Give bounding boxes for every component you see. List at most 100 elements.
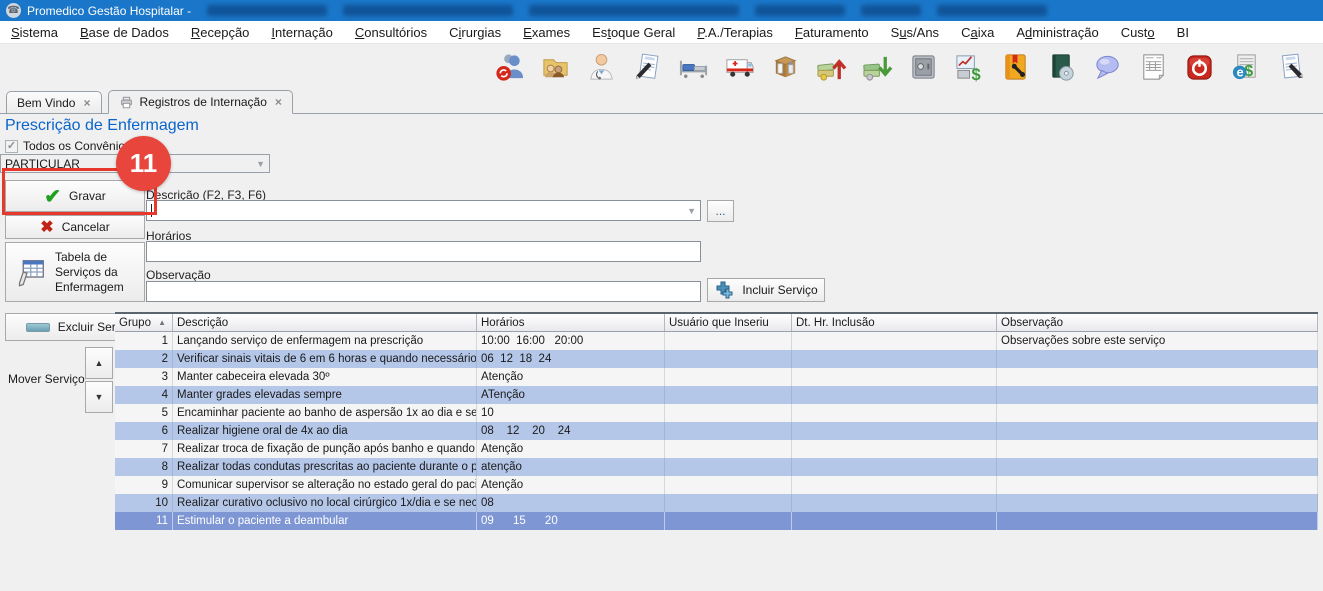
descricao-combo-input[interactable]: ▼ [146, 200, 701, 221]
text-caret [151, 204, 152, 217]
menu-item-estoque-geral[interactable]: Estoque Geral [581, 22, 686, 43]
power-off-icon[interactable] [1183, 51, 1215, 83]
table-row[interactable]: 9Comunicar supervisor se alteração no es… [115, 476, 1318, 494]
arrow-up-icon: ▲ [95, 358, 104, 368]
cell-descricao: Verificar sinais vitais de 6 em 6 horas … [173, 350, 477, 368]
cell-usuario [665, 476, 792, 494]
table-row[interactable]: 3Manter cabeceira elevada 30ºAtenção [115, 368, 1318, 386]
cell-descricao: Realizar todas condutas prescritas ao pa… [173, 458, 477, 476]
menu-item-faturamento[interactable]: Faturamento [784, 22, 880, 43]
service-table-body: 1Lançando serviço de enfermagem na presc… [115, 332, 1318, 530]
x-icon: ✖ [40, 217, 53, 237]
cell-obs [997, 458, 1318, 476]
table-edit-icon [17, 257, 47, 287]
menu-item-custo[interactable]: Custo [1110, 22, 1166, 43]
cell-obs [997, 368, 1318, 386]
cell-dthr [792, 512, 997, 530]
phonebook-icon[interactable] [999, 51, 1031, 83]
cell-obs [997, 512, 1318, 530]
table-row[interactable]: 5Encaminhar paciente ao banho de aspersã… [115, 404, 1318, 422]
cell-descricao: Manter cabeceira elevada 30º [173, 368, 477, 386]
gravar-button[interactable]: ✔ Gravar [5, 180, 145, 212]
incluir-label: Incluir Serviço [742, 283, 817, 297]
cell-horarios: 08 12 20 24 [477, 422, 665, 440]
cell-descricao: Encaminhar paciente ao banho de aspersão… [173, 404, 477, 422]
ambulance-icon[interactable] [723, 51, 755, 83]
doctor-icon[interactable] [585, 51, 617, 83]
column-header-grupo[interactable]: Grupo▲ [115, 314, 173, 331]
cell-dthr [792, 476, 997, 494]
table-row[interactable]: 8Realizar todas condutas prescritas ao p… [115, 458, 1318, 476]
cell-descricao: Comunicar supervisor se alteração no est… [173, 476, 477, 494]
close-icon[interactable]: × [83, 96, 90, 110]
ledger-book-icon[interactable] [1045, 51, 1077, 83]
column-header-hor-rios[interactable]: Horários [477, 314, 665, 331]
table-row[interactable]: 2Verificar sinais vitais de 6 em 6 horas… [115, 350, 1318, 368]
column-header-usu-rio-que-inseriu[interactable]: Usuário que Inseriu [665, 314, 792, 331]
cell-usuario [665, 386, 792, 404]
cell-grupo: 6 [115, 422, 173, 440]
cell-horarios: 10:00 16:00 20:00 [477, 332, 665, 350]
menu-item-consult-rios[interactable]: Consultórios [344, 22, 438, 43]
cell-grupo: 11 [115, 512, 173, 530]
supplies-box-icon[interactable] [769, 51, 801, 83]
close-icon[interactable]: × [275, 95, 282, 109]
cancelar-button[interactable]: ✖ Cancelar [5, 215, 145, 239]
cell-obs [997, 404, 1318, 422]
finance-chart-icon[interactable]: $ [953, 51, 985, 83]
menu-item-sistema[interactable]: Sistema [0, 22, 69, 43]
safe-icon[interactable] [907, 51, 939, 83]
column-header-descri-o[interactable]: Descrição [173, 314, 477, 331]
cell-obs [997, 476, 1318, 494]
descricao-browse-button[interactable]: ... [707, 200, 734, 222]
menu-item-sus-ans[interactable]: Sus/Ans [880, 22, 950, 43]
tab-bem-vindo[interactable]: Bem Vindo × [6, 91, 102, 113]
hospital-bed-icon[interactable] [677, 51, 709, 83]
chevron-down-icon: ▼ [256, 159, 265, 169]
menu-item-administra-o[interactable]: Administração [1005, 22, 1109, 43]
move-down-button[interactable]: ▼ [85, 381, 113, 413]
cell-dthr [792, 458, 997, 476]
menu-item-exames[interactable]: Exames [512, 22, 581, 43]
menu-item-caixa[interactable]: Caixa [950, 22, 1005, 43]
contract-document-icon[interactable] [1275, 51, 1307, 83]
table-row[interactable]: 10Realizar curativo oclusivo no local ci… [115, 494, 1318, 512]
page-title: Prescrição de Enfermagem [5, 117, 199, 135]
revenue-up-icon[interactable] [815, 51, 847, 83]
table-row[interactable]: 4Manter grades elevadas sempreATenção [115, 386, 1318, 404]
electronic-invoice-icon[interactable]: $e [1229, 51, 1261, 83]
cell-dthr [792, 368, 997, 386]
column-header-dt-hr-inclus-o[interactable]: Dt. Hr. Inclusão [792, 314, 997, 331]
patient-sync-icon[interactable] [493, 51, 525, 83]
prescription-document-icon[interactable] [631, 51, 663, 83]
cell-usuario [665, 440, 792, 458]
observacao-input[interactable] [146, 281, 701, 302]
chat-icon[interactable] [1091, 51, 1123, 83]
todos-convenios-checkbox[interactable]: ✓ [5, 140, 18, 153]
menu-item-cirurgias[interactable]: Cirurgias [438, 22, 512, 43]
table-row[interactable]: 11Estimular o paciente a deambular09 15 … [115, 512, 1318, 530]
horarios-input[interactable] [146, 241, 701, 262]
menu-item-base-de-dados[interactable]: Base de Dados [69, 22, 180, 43]
tabela-label: Tabela de Serviços da Enfermagem [55, 250, 133, 295]
incluir-servico-button[interactable]: Incluir Serviço [707, 278, 825, 302]
invoice-icon[interactable] [1137, 51, 1169, 83]
tabela-servicos-button[interactable]: Tabela de Serviços da Enfermagem [5, 242, 145, 302]
tab-registros-de-internacao[interactable]: Registros de Internação × [108, 90, 293, 114]
table-row[interactable]: 6Realizar higiene oral de 4x ao dia08 12… [115, 422, 1318, 440]
expense-down-icon[interactable] [861, 51, 893, 83]
move-up-button[interactable]: ▲ [85, 347, 113, 379]
cell-usuario [665, 512, 792, 530]
table-row[interactable]: 1Lançando serviço de enfermagem na presc… [115, 332, 1318, 350]
table-row[interactable]: 7Realizar troca de fixação de punção apó… [115, 440, 1318, 458]
menu-item-recep-o[interactable]: Recepção [180, 22, 261, 43]
cell-usuario [665, 458, 792, 476]
menu-item-p-a-terapias[interactable]: P.A./Terapias [686, 22, 784, 43]
chevron-down-icon[interactable]: ▼ [687, 206, 696, 216]
convenio-value: PARTICULAR [5, 157, 80, 171]
column-header-observa-o[interactable]: Observação [997, 314, 1318, 331]
patients-folder-icon[interactable] [539, 51, 571, 83]
menu-item-interna-o[interactable]: Internação [260, 22, 343, 43]
cell-horarios: Atenção [477, 440, 665, 458]
menu-item-bi[interactable]: BI [1166, 22, 1200, 43]
